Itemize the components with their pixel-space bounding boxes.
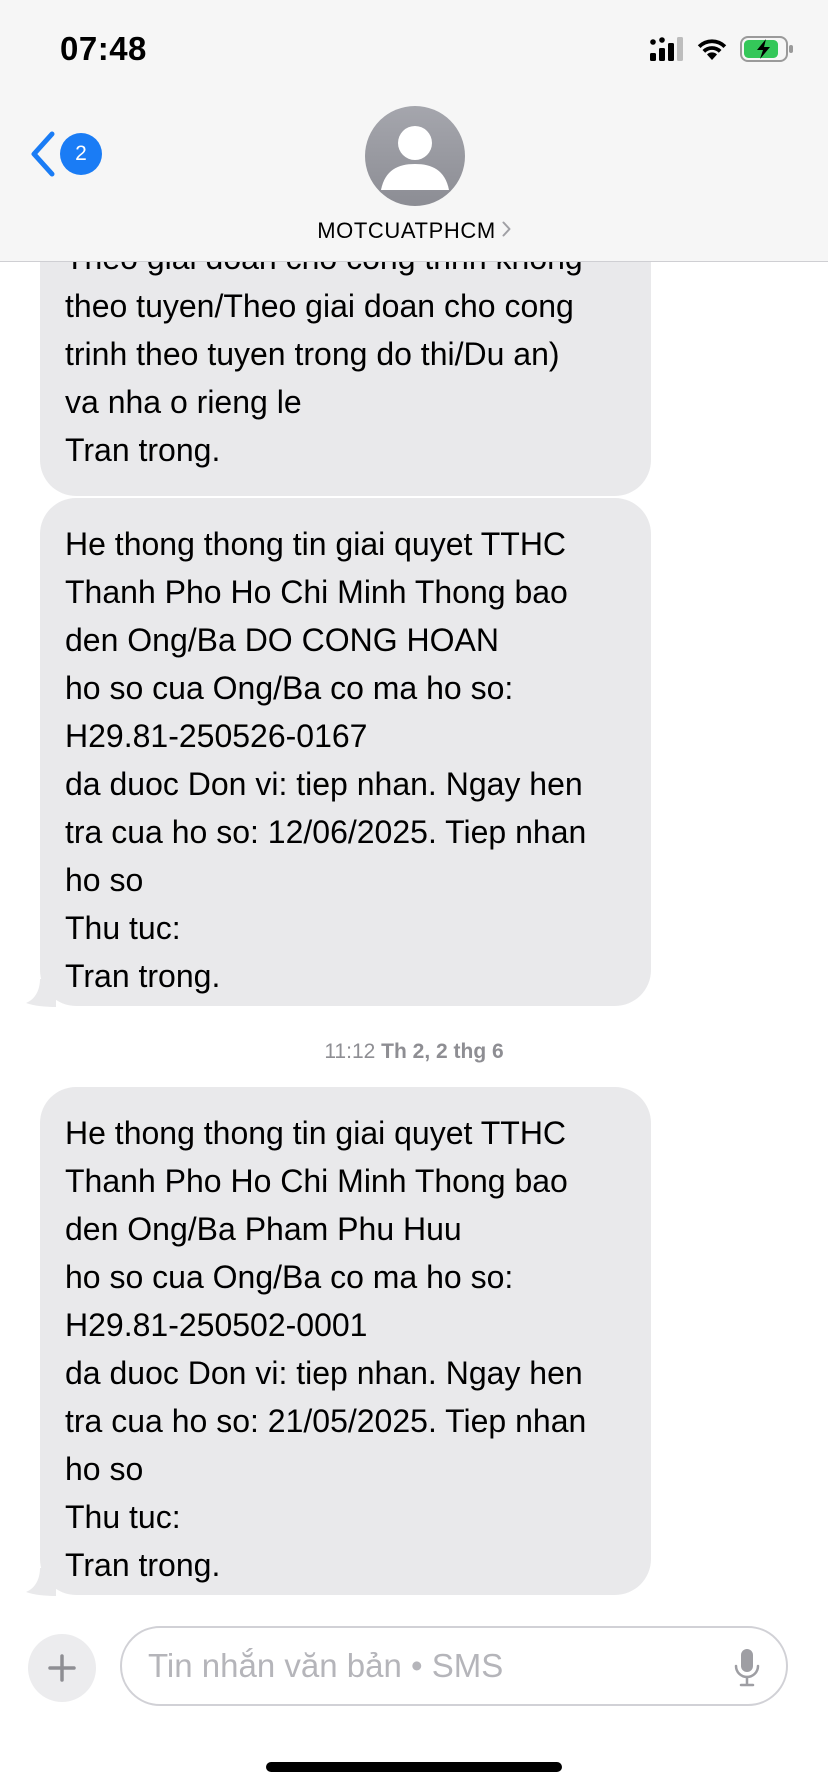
conversation-header: 07:48 2 MOTCUATPHCM [0, 0, 828, 262]
chevron-left-icon [31, 131, 55, 177]
home-indicator[interactable] [266, 1762, 562, 1772]
message-bubble[interactable]: He thong thong tin giai quyet TTHC Thanh… [26, 498, 651, 1007]
add-attachment-button[interactable] [28, 1634, 96, 1702]
timestamp-date: Th 2, 2 thg 6 [381, 1040, 504, 1063]
message-text: He thong thong tin giai quyet TTHC Thanh… [65, 526, 587, 994]
status-time: 07:48 [60, 30, 147, 67]
message-timestamp: 11:12 Th 2, 2 thg 6 [0, 1040, 828, 1064]
cellular-signal-icon [650, 37, 683, 61]
message-text: Theo giai doan cho cong trinh khong theo… [65, 240, 583, 468]
bubble-tail-icon [26, 979, 56, 1007]
microphone-icon[interactable] [734, 1648, 760, 1688]
timestamp-time: 11:12 [324, 1040, 376, 1063]
bubble-tail-icon [26, 1568, 56, 1596]
message-bubble[interactable]: He thong thong tin giai quyet TTHC Thanh… [26, 1087, 651, 1596]
contact-avatar[interactable] [365, 106, 465, 206]
contact-name: MOTCUATPHCM [317, 218, 496, 243]
unread-count-badge: 2 [60, 133, 102, 175]
wifi-icon [697, 39, 727, 60]
message-field[interactable] [120, 1626, 788, 1706]
messages-screen: 07:48 2 MOTCUATPHCM theo tuyen/Theo giai… [0, 0, 828, 1792]
contact-name-button[interactable]: MOTCUATPHCM [0, 218, 828, 244]
message-text: He thong thong tin giai quyet TTHC Thanh… [65, 1115, 587, 1583]
status-icons [650, 34, 794, 64]
plus-icon [48, 1654, 76, 1682]
message-bubble[interactable]: Theo giai doan cho cong trinh khong theo… [40, 228, 651, 496]
battery-charging-icon [740, 36, 793, 62]
chevron-right-icon [502, 221, 511, 236]
message-input[interactable] [148, 1647, 708, 1685]
person-icon [381, 126, 449, 190]
back-button[interactable]: 2 [30, 126, 110, 182]
